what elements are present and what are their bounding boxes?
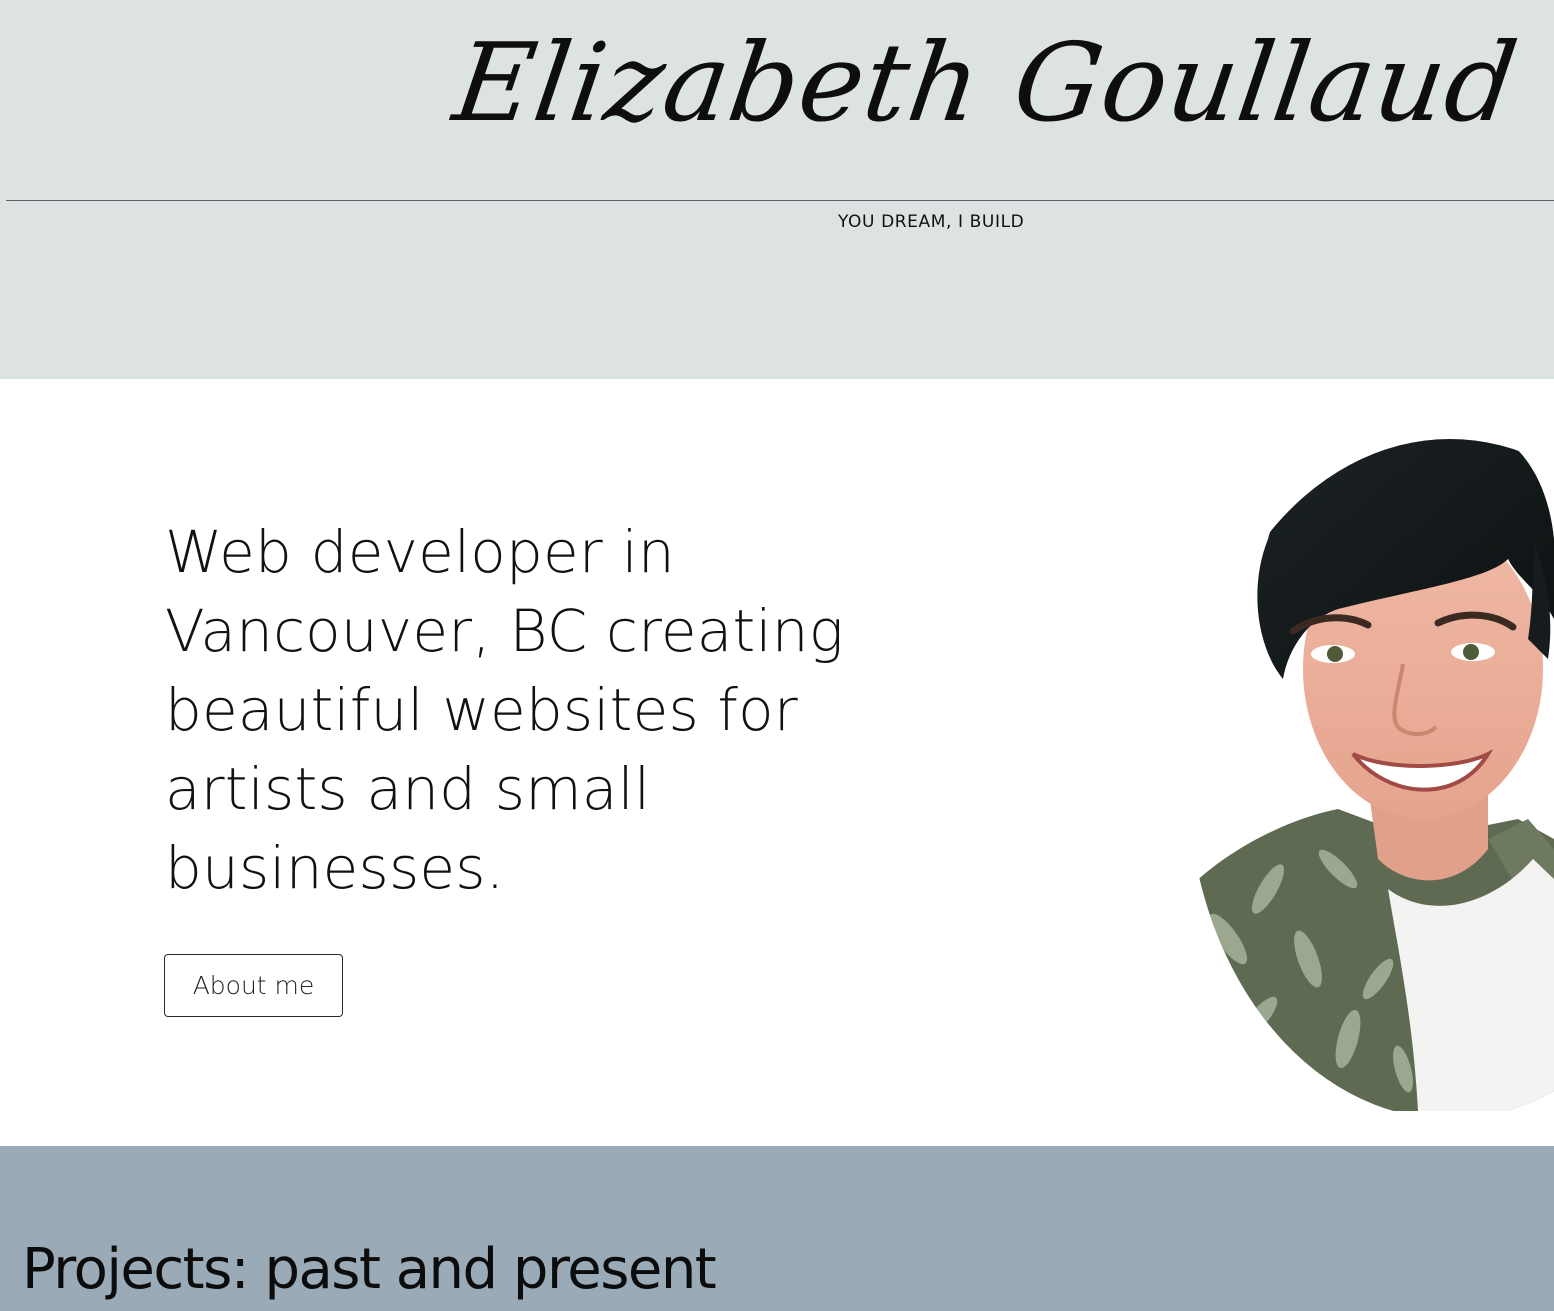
projects-section: Projects: past and present: [0, 1146, 1554, 1311]
header-divider: [6, 200, 1554, 201]
hero-headline: Web developer in Vancouver, BC creating …: [165, 518, 844, 902]
hero-section: Web developer in Vancouver, BC creating …: [0, 379, 1554, 1146]
site-logo[interactable]: Elizabeth Goullaud: [447, 21, 1525, 146]
site-tagline: YOU DREAM, I BUILD: [838, 212, 1025, 232]
projects-heading: Projects: past and present: [22, 1237, 717, 1302]
portrait-photo: [1188, 419, 1554, 1111]
about-me-button[interactable]: About me: [164, 954, 343, 1017]
site-header: Elizabeth Goullaud YOU DREAM, I BUILD: [0, 0, 1554, 379]
